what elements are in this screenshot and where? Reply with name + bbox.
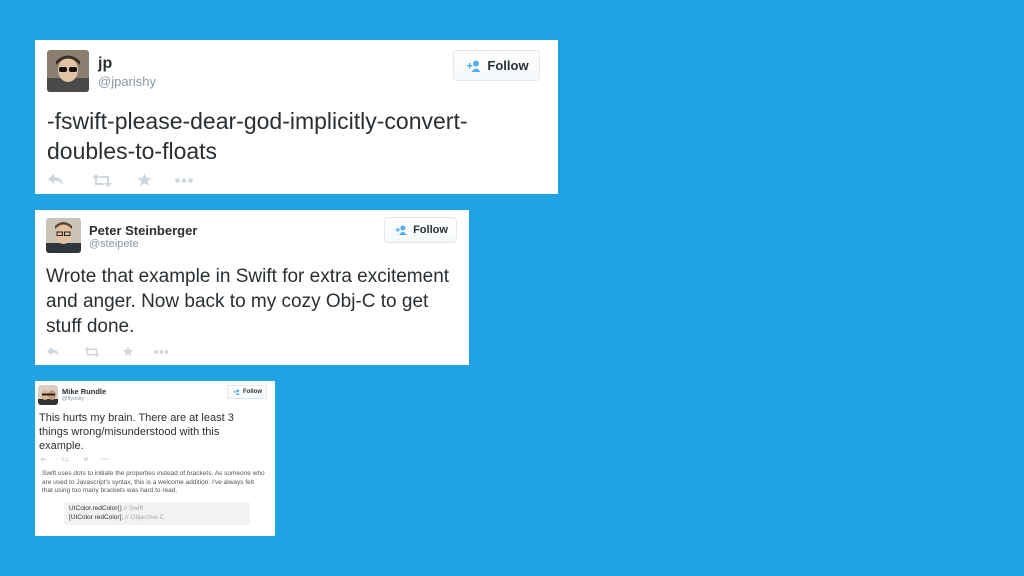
reply-icon[interactable] <box>48 173 64 187</box>
follow-label: Follow <box>243 389 262 395</box>
avatar[interactable] <box>47 50 89 92</box>
code-line-swift: UIColor.redColor() // Swift <box>69 505 250 514</box>
favorite-icon[interactable] <box>121 346 134 357</box>
code-comment: // Swift <box>123 505 144 512</box>
follow-button[interactable]: Follow <box>384 217 457 243</box>
tweet-text: Wrote that example in Swift for extra ex… <box>46 266 450 337</box>
more-icon[interactable] <box>174 173 194 187</box>
follow-button[interactable]: Follow <box>453 50 540 81</box>
tweet-card-steipete: Peter Steinberger @steipete Follow Wrote… <box>35 210 469 365</box>
avatar[interactable] <box>46 218 81 253</box>
quoted-explanation: Swift uses dots to initiate the properti… <box>42 470 265 494</box>
follow-button[interactable]: Follow <box>227 385 267 399</box>
reply-icon[interactable] <box>40 456 47 462</box>
author-name[interactable]: Peter Steinberger <box>89 223 197 238</box>
more-icon[interactable] <box>101 456 109 462</box>
favorite-icon[interactable] <box>82 456 89 462</box>
reply-icon[interactable] <box>47 346 60 357</box>
follow-person-icon <box>232 389 240 395</box>
code-comment: // Objective-C <box>125 513 165 521</box>
code-text: UIColor.redColor() <box>69 505 122 512</box>
author-name[interactable]: jp <box>98 55 112 73</box>
follow-person-icon <box>464 60 481 72</box>
retweet-icon[interactable] <box>92 173 112 187</box>
author-handle[interactable]: @steipete <box>89 238 139 250</box>
author-handle[interactable]: @flyosity <box>62 396 84 402</box>
author-handle[interactable]: @jparishy <box>98 74 156 89</box>
tweet-actions <box>48 173 194 187</box>
tweet-card-flyosity: Mike Rundle @flyosity Follow This hurts … <box>35 381 275 536</box>
retweet-icon[interactable] <box>84 346 100 357</box>
tweet-actions <box>47 346 169 357</box>
tweet-text: -fswift-please-dear-god-implicitly-conve… <box>47 108 468 164</box>
author-name[interactable]: Mike Rundle <box>62 387 106 396</box>
tweet-text: This hurts my brain. There are at least … <box>39 412 234 452</box>
code-snippet: UIColor.redColor() // Swift [UIColor red… <box>64 502 250 525</box>
favorite-icon[interactable] <box>136 173 152 187</box>
more-icon[interactable] <box>153 346 169 357</box>
tweet-actions <box>40 456 109 462</box>
code-line-objc: [UIColor redColor]; // Objective-C <box>69 514 250 523</box>
follow-label: Follow <box>487 58 529 73</box>
avatar[interactable] <box>38 385 58 405</box>
follow-label: Follow <box>413 224 448 236</box>
retweet-icon[interactable] <box>61 456 69 462</box>
follow-person-icon <box>393 225 407 235</box>
code-text: [UIColor redColor]; <box>69 513 124 521</box>
tweet-card-jp: jp @jparishy Follow -fswift-please-dear-… <box>35 40 558 194</box>
